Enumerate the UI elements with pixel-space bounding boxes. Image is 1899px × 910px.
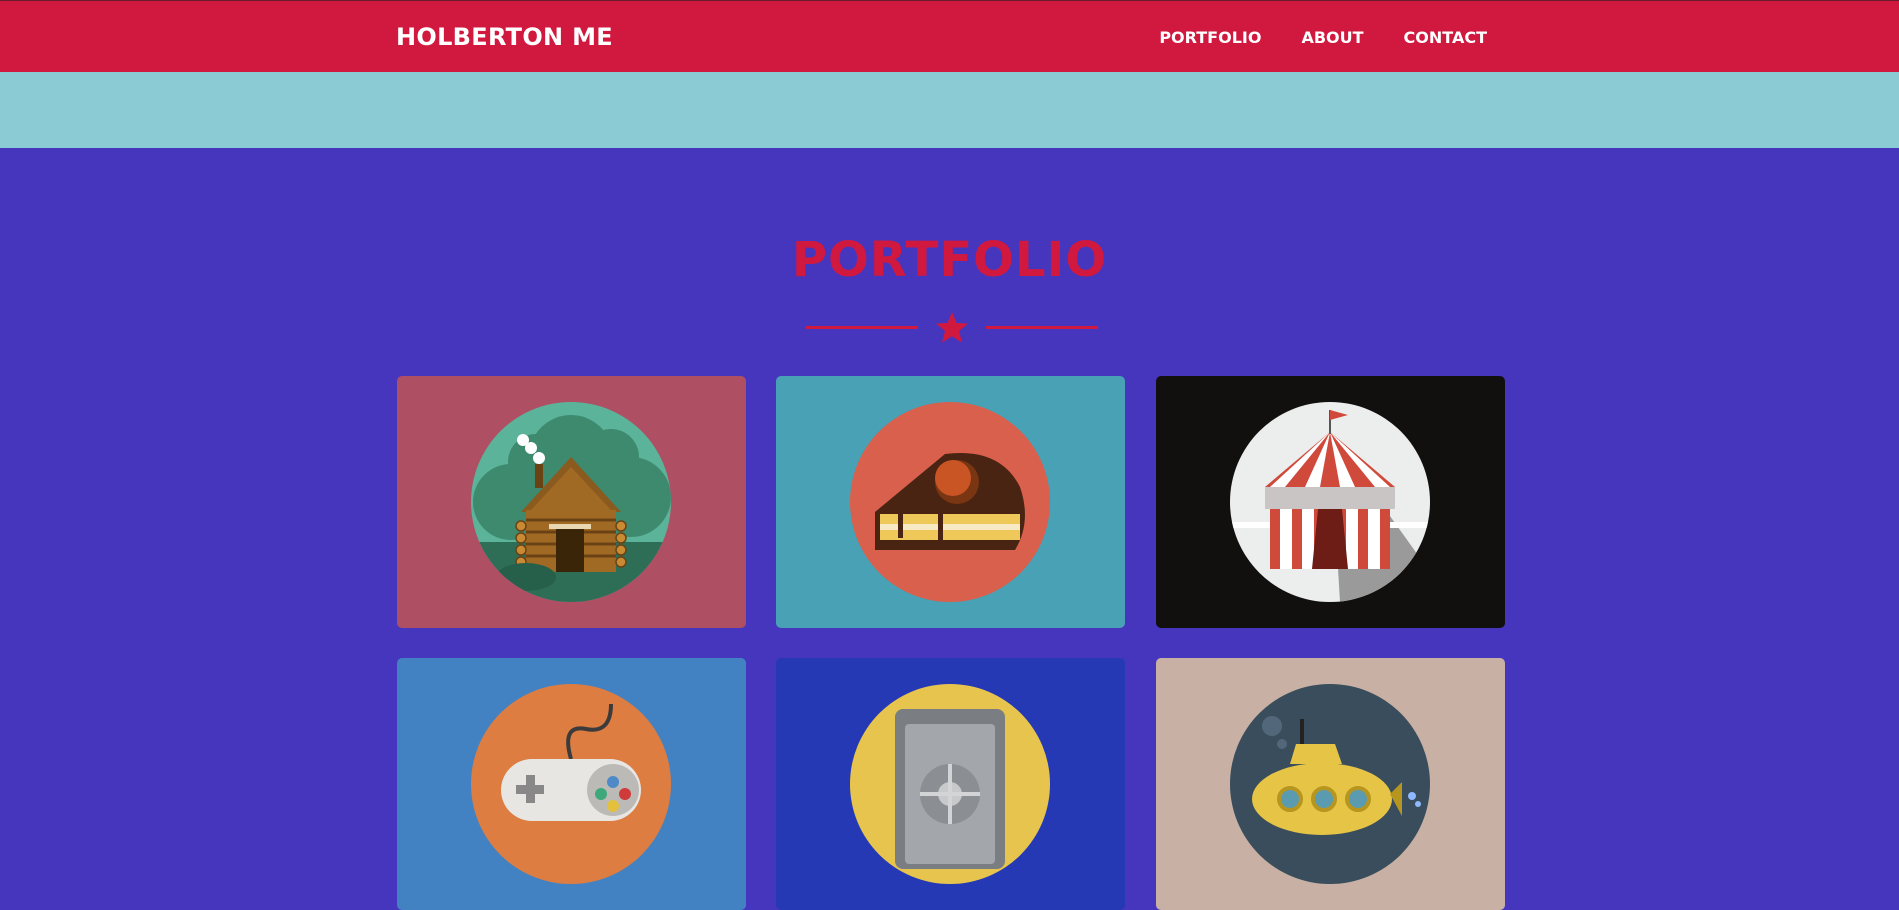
title-divider <box>806 310 1098 346</box>
portfolio-item-controller[interactable] <box>397 658 746 910</box>
safe-icon <box>850 684 1050 884</box>
portfolio-item-safe[interactable] <box>776 658 1125 910</box>
brand-link[interactable]: HOLBERTON ME <box>396 23 613 51</box>
nav-links: PORTFOLIO ABOUT CONTACT <box>1159 28 1487 47</box>
circus-tent-icon <box>1230 402 1430 602</box>
portfolio-item-cabin[interactable] <box>397 376 746 628</box>
star-icon <box>936 312 968 343</box>
submarine-icon <box>1230 684 1430 884</box>
nav-link-about[interactable]: ABOUT <box>1301 28 1363 47</box>
nav-link-contact[interactable]: CONTACT <box>1404 28 1487 47</box>
hero-band <box>0 72 1899 148</box>
log-cabin-icon <box>471 402 671 602</box>
portfolio-item-circus[interactable] <box>1156 376 1505 628</box>
portfolio-title: PORTFOLIO <box>791 232 1108 288</box>
game-controller-icon <box>471 684 671 884</box>
divider-line-left <box>806 326 918 329</box>
navbar: HOLBERTON ME PORTFOLIO ABOUT CONTACT <box>0 0 1899 72</box>
nav-link-portfolio[interactable]: PORTFOLIO <box>1159 28 1261 47</box>
portfolio-item-submarine[interactable] <box>1156 658 1505 910</box>
divider-line-right <box>986 326 1098 329</box>
cake-slice-icon <box>850 402 1050 602</box>
portfolio-item-cake[interactable] <box>776 376 1125 628</box>
